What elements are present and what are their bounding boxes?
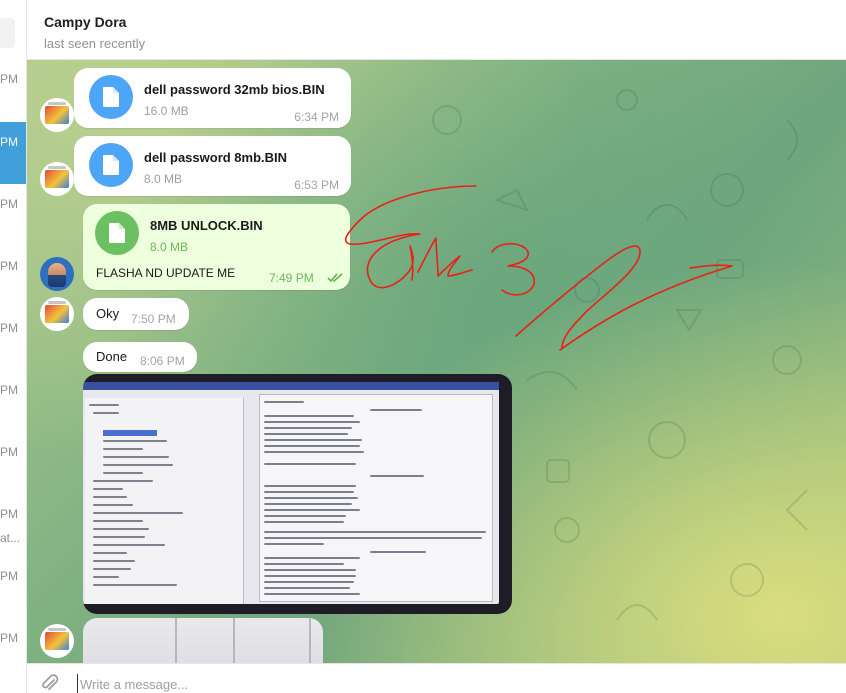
file-icon[interactable]	[95, 211, 139, 255]
contact-avatar[interactable]	[40, 624, 74, 658]
contact-avatar[interactable]	[40, 297, 74, 331]
message-time: 6:53 PM	[294, 178, 339, 192]
message-text: Done	[96, 349, 128, 364]
chat-list-time[interactable]: PM	[0, 197, 26, 211]
chat-list-time[interactable]: PM	[0, 445, 26, 459]
chat-list-preview[interactable]: at...	[0, 531, 26, 545]
outgoing-file-message[interactable]: 8MB UNLOCK.BIN 8.0 MB FLASHA ND UPDATE M…	[83, 204, 350, 290]
message-time: 6:34 PM	[294, 110, 339, 124]
chat-list-time[interactable]: PM	[0, 507, 26, 521]
file-size: 16.0 MB	[144, 104, 189, 118]
message-input[interactable]	[77, 674, 780, 693]
chat-search-box[interactable]	[0, 18, 15, 48]
file-icon[interactable]	[89, 143, 133, 187]
message-area[interactable]: dell password 32mb bios.BIN 16.0 MB 6:34…	[27, 60, 846, 663]
file-icon[interactable]	[89, 75, 133, 119]
chat-title[interactable]: Campy Dora	[44, 14, 126, 30]
telegram-window: PM PM PM PM PM PM PM PM at... PM PM Camp…	[0, 0, 846, 693]
chat-list-time[interactable]: PM	[0, 72, 26, 86]
file-name: dell password 8mb.BIN	[144, 150, 288, 165]
paperclip-icon[interactable]	[41, 673, 59, 693]
message-time: 7:50 PM	[131, 312, 176, 326]
chat-list-time[interactable]: PM	[0, 321, 26, 335]
chat-list-sidebar: PM PM PM PM PM PM PM PM at... PM PM	[0, 0, 27, 693]
chat-list-time[interactable]: PM	[0, 259, 26, 273]
photo-message[interactable]	[83, 374, 512, 614]
file-message[interactable]: dell password 8mb.BIN 8.0 MB 6:53 PM	[74, 136, 351, 196]
message-time: 7:49 PM	[269, 271, 314, 285]
message-caption: FLASHA ND UPDATE ME	[96, 266, 236, 280]
message-composer	[27, 663, 846, 693]
read-checkmarks-icon	[327, 273, 343, 283]
photo-message-partial[interactable]	[83, 618, 323, 663]
chat-status: last seen recently	[44, 36, 146, 51]
contact-avatar[interactable]	[40, 98, 74, 132]
my-avatar[interactable]	[40, 257, 74, 291]
file-size: 8.0 MB	[150, 240, 189, 254]
text-message[interactable]: Done 8:06 PM	[83, 342, 197, 372]
file-size: 8.0 MB	[144, 172, 183, 186]
file-name: dell password 32mb bios.BIN	[144, 82, 325, 97]
contact-avatar[interactable]	[40, 162, 74, 196]
chat-list-time[interactable]: PM	[0, 569, 26, 583]
bios-screenshot-photo	[83, 382, 499, 604]
chat-list-time[interactable]: PM	[0, 383, 26, 397]
active-chat-highlight[interactable]	[0, 122, 26, 184]
message-text: Oky	[96, 306, 120, 321]
chat-list-time[interactable]: PM	[0, 631, 26, 645]
chat-header[interactable]: Campy Dora last seen recently	[27, 0, 846, 60]
text-message[interactable]: Oky 7:50 PM	[83, 298, 189, 330]
file-message[interactable]: dell password 32mb bios.BIN 16.0 MB 6:34…	[74, 68, 351, 128]
message-time: 8:06 PM	[140, 354, 185, 368]
file-name: 8MB UNLOCK.BIN	[150, 218, 263, 233]
chat-list-time[interactable]: PM	[0, 135, 26, 149]
